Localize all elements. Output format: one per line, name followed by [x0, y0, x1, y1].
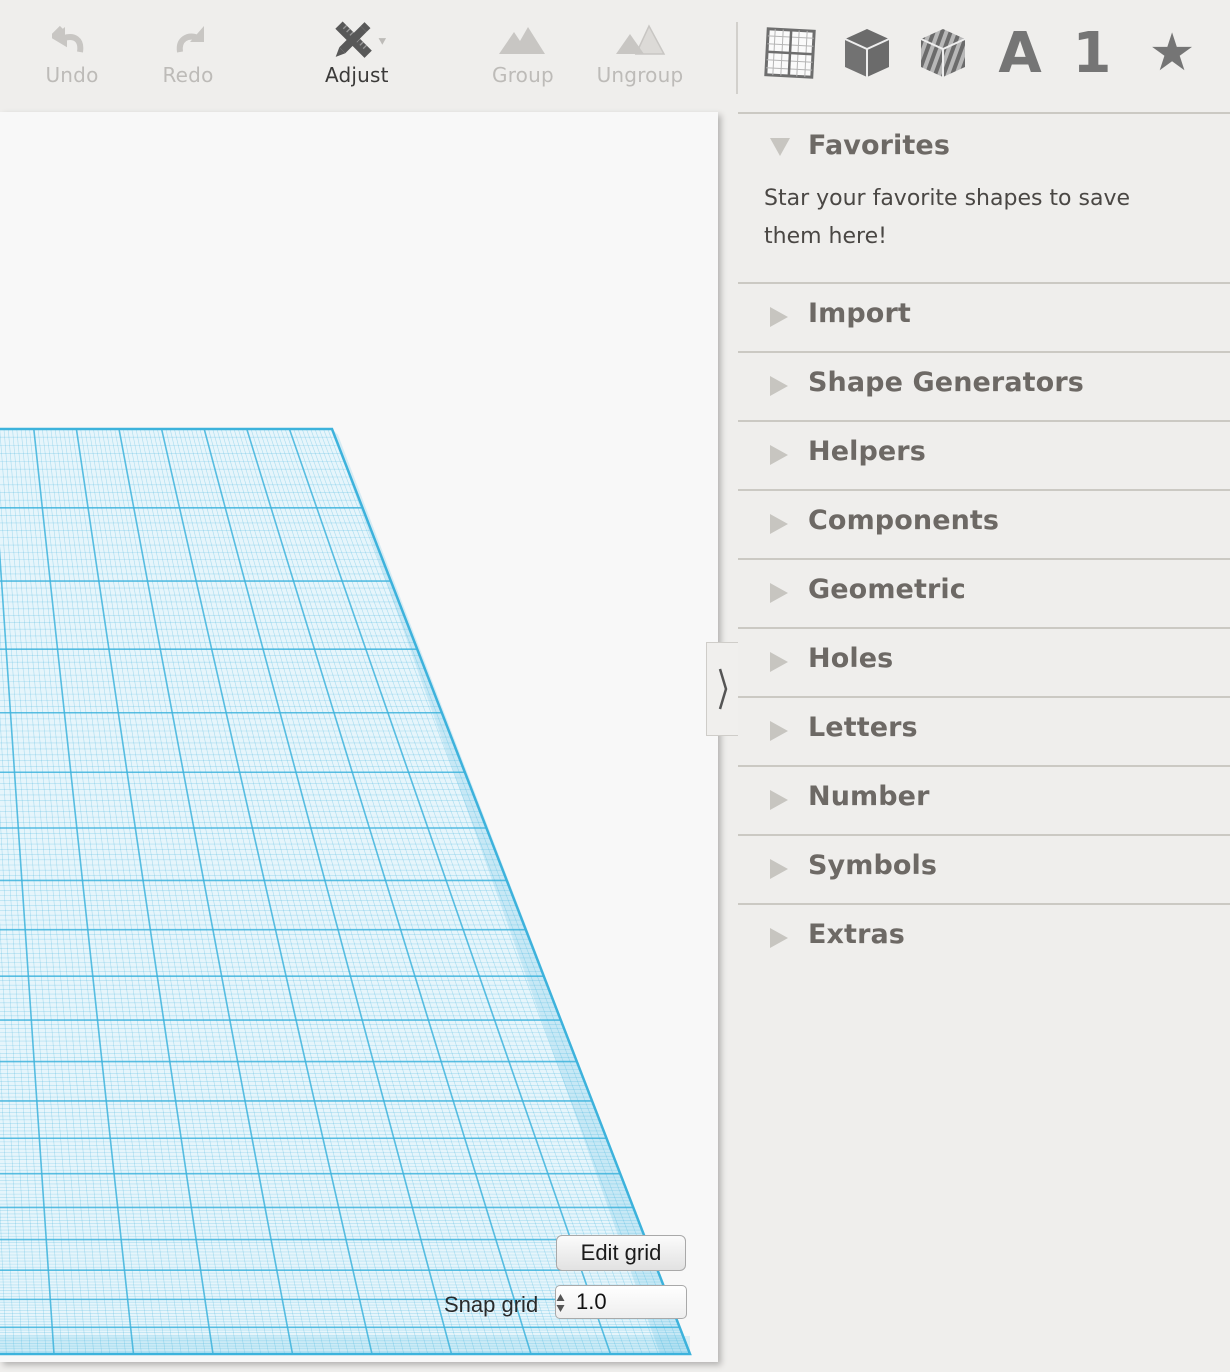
- triangle-right-icon: [770, 790, 788, 810]
- section-number[interactable]: Number: [738, 765, 1230, 834]
- shapes-sidebar: Favorites Star your favorite shapes to s…: [738, 112, 1230, 972]
- number-one-icon[interactable]: 1: [1062, 21, 1122, 86]
- section-title: Symbols: [808, 850, 938, 881]
- favorites-description: Star your favorite shapes to save them h…: [764, 186, 1131, 249]
- group-button[interactable]: Group: [492, 18, 554, 87]
- section-extras[interactable]: Extras: [738, 903, 1230, 972]
- triangle-right-icon: [770, 859, 788, 879]
- undo-label: Undo: [45, 63, 99, 87]
- section-components[interactable]: Components: [738, 489, 1230, 558]
- adjust-ruler-pencil-icon: [327, 18, 387, 62]
- letter-a-icon[interactable]: A: [990, 21, 1050, 86]
- triangle-right-icon: [770, 583, 788, 603]
- group-label: Group: [492, 63, 554, 87]
- triangle-right-icon: [770, 307, 788, 327]
- workplane-grid-icon[interactable]: [760, 22, 820, 84]
- workplane-edge-band: [0, 1336, 690, 1354]
- section-shape-generators[interactable]: Shape Generators: [738, 351, 1230, 420]
- chevron-right-icon: [718, 668, 728, 710]
- hole-cube-icon[interactable]: [913, 22, 973, 84]
- star-icon[interactable]: ★: [1142, 22, 1202, 84]
- workplane-canvas[interactable]: Edit grid Snap grid 1.0: [0, 112, 718, 1362]
- triangle-right-icon: [770, 652, 788, 672]
- edit-grid-button[interactable]: Edit grid: [556, 1235, 686, 1271]
- triangle-right-icon: [770, 376, 788, 396]
- undo-button[interactable]: Undo: [42, 18, 102, 87]
- section-letters[interactable]: Letters: [738, 696, 1230, 765]
- snap-grid-label: Snap grid: [444, 1292, 539, 1317]
- triangle-right-icon: [770, 928, 788, 948]
- snap-grid-value: 1.0: [576, 1289, 607, 1314]
- redo-icon: [158, 18, 218, 62]
- section-title: Extras: [808, 919, 905, 950]
- triangle-right-icon: [770, 514, 788, 534]
- section-title: Favorites: [808, 130, 950, 161]
- section-title: Number: [808, 781, 930, 812]
- section-geometric[interactable]: Geometric: [738, 558, 1230, 627]
- snap-grid-select[interactable]: 1.0: [555, 1285, 687, 1319]
- undo-icon: [42, 18, 102, 62]
- section-title: Letters: [808, 712, 918, 743]
- toolbar-divider: [736, 22, 738, 94]
- section-holes[interactable]: Holes: [738, 627, 1230, 696]
- triangle-down-icon: [770, 138, 790, 156]
- section-title: Components: [808, 505, 1000, 536]
- section-title: Holes: [808, 643, 894, 674]
- section-title: Import: [808, 298, 911, 329]
- ungroup-icon: [596, 18, 684, 62]
- section-favorites[interactable]: Favorites Star your favorite shapes to s…: [738, 112, 1230, 282]
- adjust-button[interactable]: Adjust: [325, 18, 389, 87]
- ungroup-button[interactable]: Ungroup: [596, 18, 684, 87]
- triangle-right-icon: [770, 721, 788, 741]
- redo-button[interactable]: Redo: [158, 18, 218, 87]
- section-title: Geometric: [808, 574, 966, 605]
- triangle-right-icon: [770, 445, 788, 465]
- workplane-grid[interactable]: [0, 112, 718, 1362]
- section-import[interactable]: Import: [738, 282, 1230, 351]
- adjust-label: Adjust: [325, 63, 389, 87]
- stepper-arrows-icon: [556, 1294, 565, 1312]
- ungroup-label: Ungroup: [596, 63, 684, 87]
- section-helpers[interactable]: Helpers: [738, 420, 1230, 489]
- collapse-sidebar-button[interactable]: [706, 642, 738, 736]
- redo-label: Redo: [162, 63, 214, 87]
- section-title: Shape Generators: [808, 367, 1084, 398]
- section-symbols[interactable]: Symbols: [738, 834, 1230, 903]
- section-title: Helpers: [808, 436, 926, 467]
- group-icon: [493, 18, 553, 62]
- toolbar: Undo Redo Adjust Group Ungroup A 1 ★: [0, 0, 1230, 112]
- solid-cube-icon[interactable]: [837, 22, 897, 84]
